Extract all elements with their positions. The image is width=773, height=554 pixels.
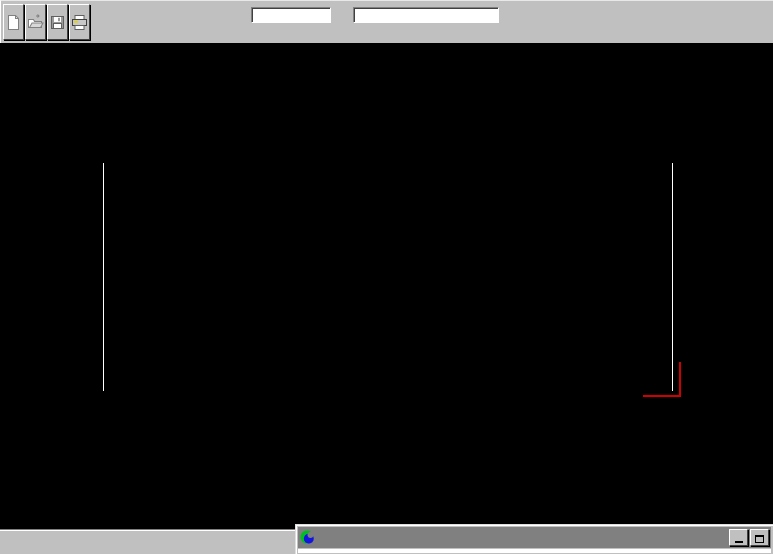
satellite-window — [295, 524, 773, 554]
printer-icon — [71, 14, 88, 31]
axis-y-line — [643, 395, 681, 397]
new-button[interactable] — [3, 4, 24, 40]
open-folder-icon — [27, 14, 44, 31]
print-button[interactable] — [69, 4, 90, 40]
maximize-button[interactable] — [750, 529, 769, 546]
minimize-button[interactable] — [729, 529, 748, 546]
save-button[interactable] — [47, 4, 68, 40]
case-field[interactable] — [353, 7, 499, 23]
domain-left-edge-line — [103, 163, 104, 391]
toolbar — [0, 0, 773, 43]
satellite-titlebar[interactable] — [298, 527, 771, 548]
open-button[interactable] — [25, 4, 46, 40]
application-window — [0, 0, 773, 554]
satellite-icon[interactable] — [300, 530, 315, 545]
save-floppy-icon — [49, 14, 66, 31]
satellite-content[interactable] — [298, 549, 771, 553]
maximize-icon — [755, 535, 764, 543]
axis-z-line — [679, 362, 681, 396]
package-field[interactable] — [251, 7, 331, 23]
new-file-icon — [5, 14, 22, 31]
domain-right-edge-line — [672, 163, 673, 391]
minimize-icon — [735, 541, 743, 543]
vector-field-plot — [100, 163, 670, 391]
